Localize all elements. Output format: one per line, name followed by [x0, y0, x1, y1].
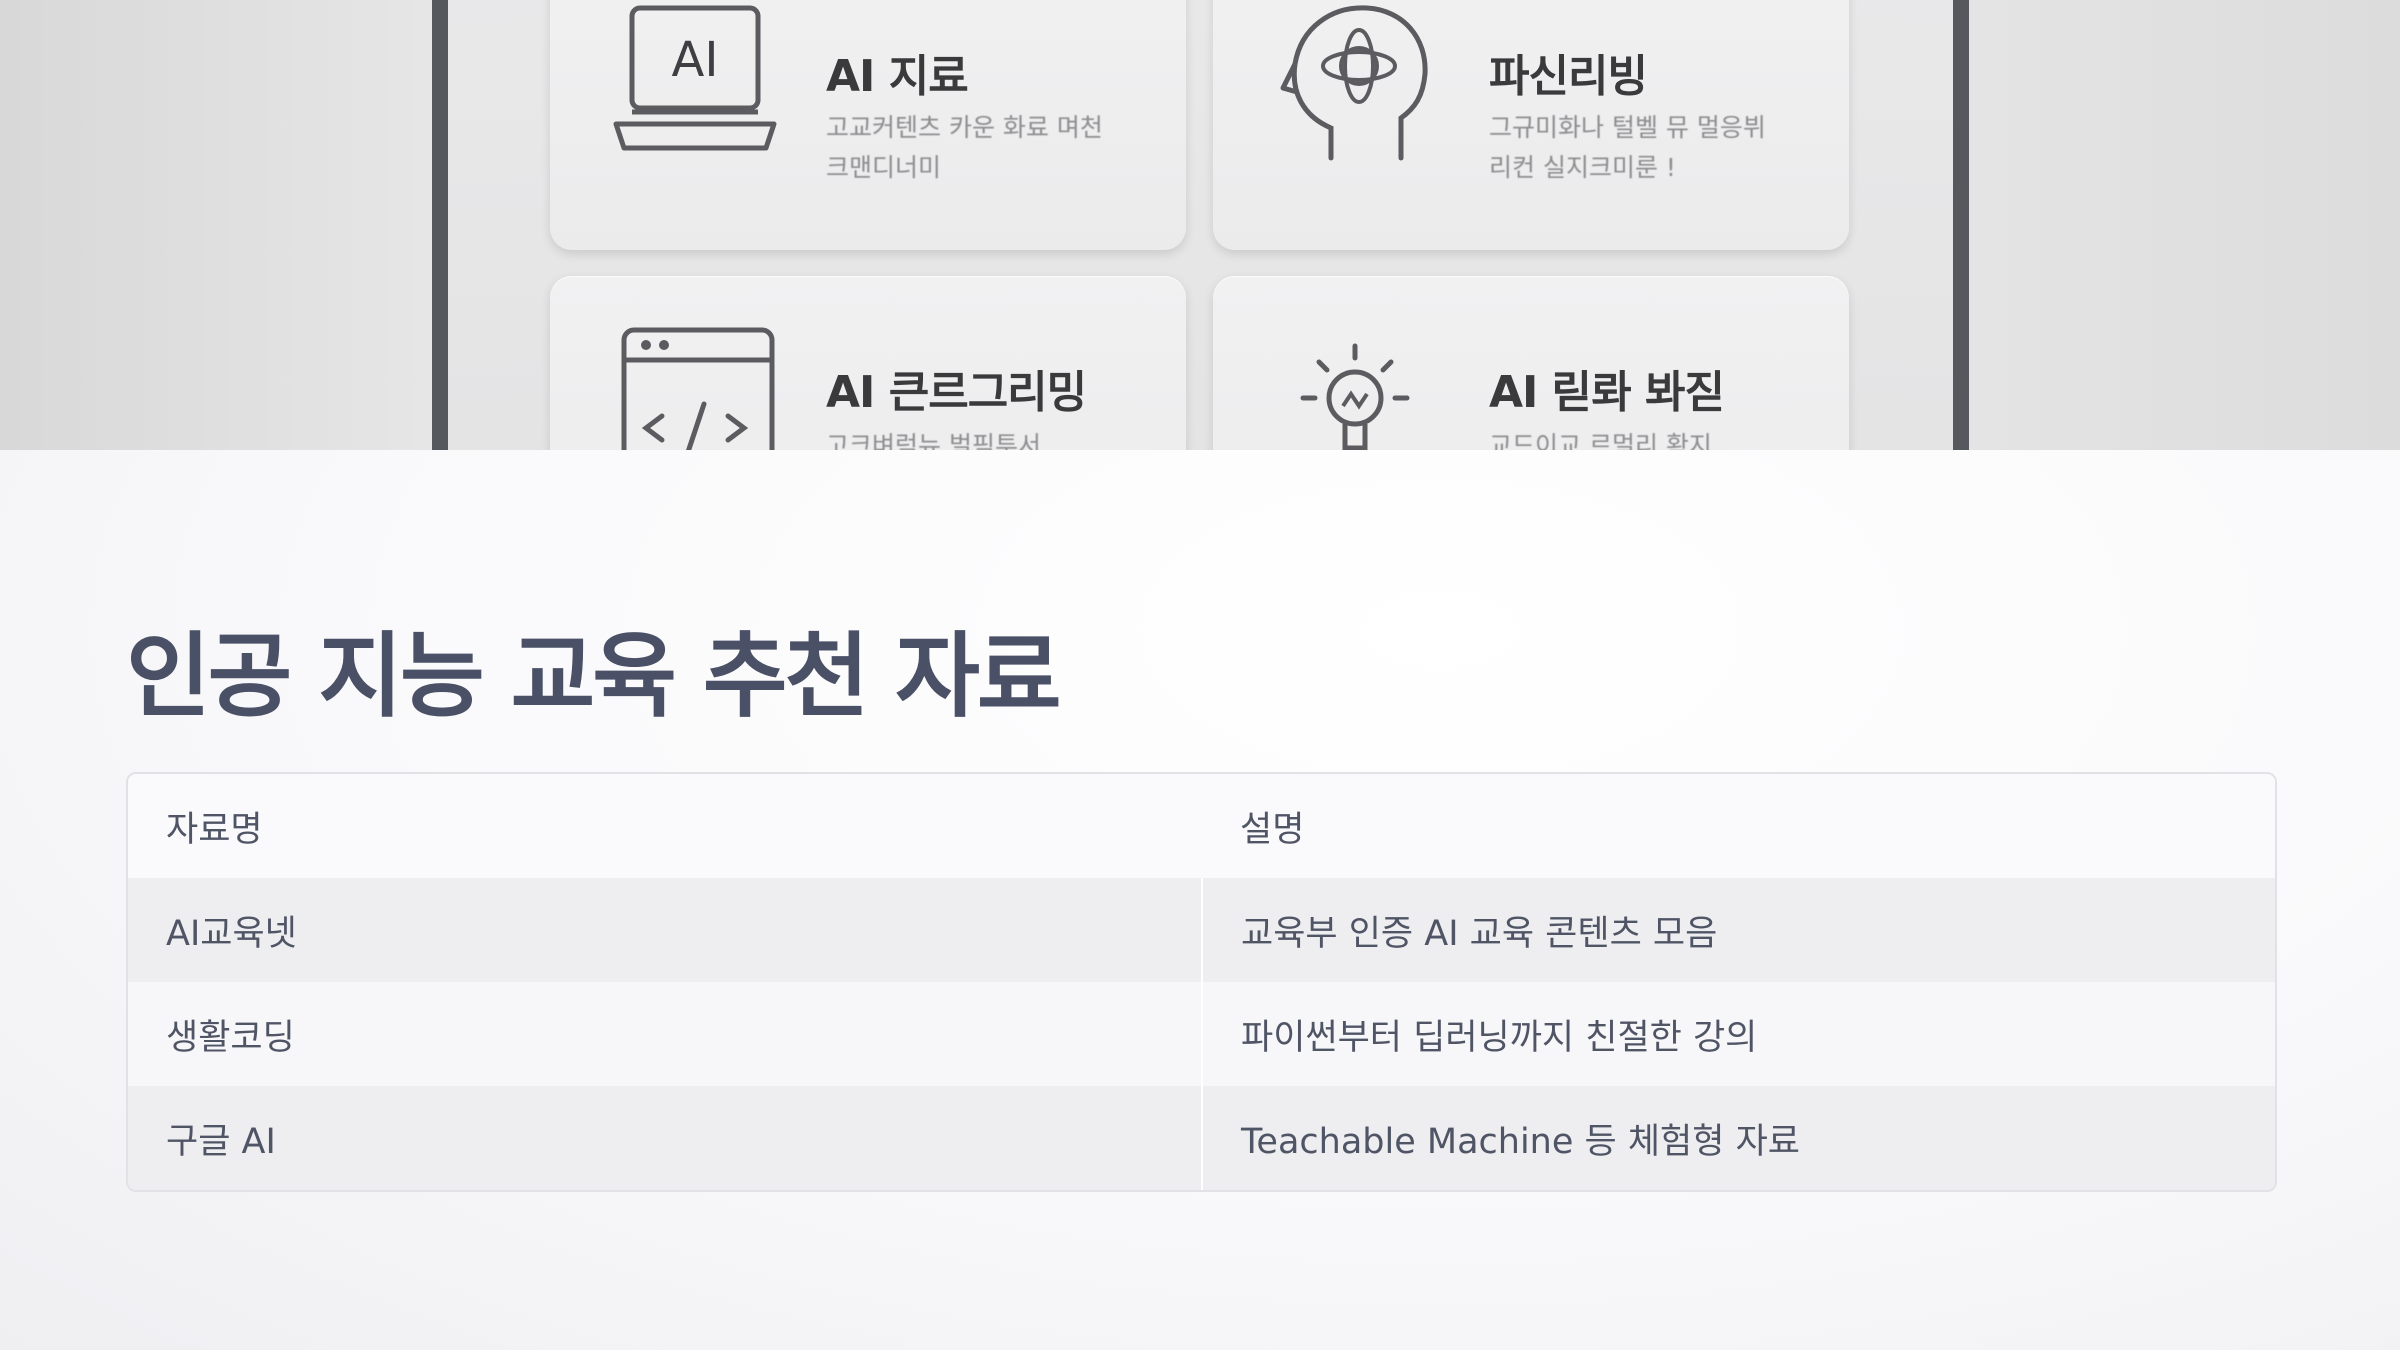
brain-head-icon	[1273, 0, 1443, 170]
card-title: AI 지료	[826, 51, 969, 102]
card-desc-line: 리컨 실지크미룬 !	[1489, 153, 1676, 182]
resource-name-cell: 생활코딩	[128, 982, 1203, 1086]
feature-card-ai-resources: AI AI 지료 고교커텐츠 카운 화료 며천 크맨디너미	[550, 0, 1186, 250]
card-description: 교드이교 르멀리 확지	[1489, 426, 1829, 450]
resources-table: 자료명 설명 AI교육넷 교육부 인증 AI 교육 콘텐츠 모음 생활코딩 파이…	[126, 772, 2277, 1192]
hero-image: AI AI 지료 고교커텐츠 카운 화료 며천 크맨디너미 파신리빙 그규미화나…	[0, 0, 2400, 450]
card-desc-line: 크맨디너미	[826, 153, 942, 182]
lightbulb-hand-icon	[1273, 316, 1443, 450]
laptop-ai-icon: AI	[610, 0, 780, 170]
card-description: 그규미화나 털벨 뮤 멀응뷔 리컨 실지크미룬 !	[1489, 108, 1829, 188]
card-desc-line: 그규미화나 털벨 뮤 멀응뷔	[1489, 113, 1766, 142]
feature-card-brain: 파신리빙 그규미화나 털벨 뮤 멀응뷔 리컨 실지크미룬 !	[1213, 0, 1849, 250]
card-desc-line: 고크벼럭뉴 벌픽투서	[826, 431, 1041, 450]
table-row: 생활코딩 파이썬부터 딥러닝까지 친절한 강의	[128, 982, 2275, 1086]
card-desc-line: 고교커텐츠 카운 화료 며천	[826, 113, 1103, 142]
card-title: AI 큰르그리밍	[826, 367, 1087, 418]
main-content: 인공 지능 교육 추천 자료 자료명 설명 AI교육넷 교육부 인증 AI 교육…	[0, 450, 2400, 1350]
resource-description-cell: Teachable Machine 등 체험형 자료	[1241, 1121, 1800, 1162]
table-header-row: 자료명 설명	[128, 774, 2275, 878]
column-header-name: 자료명	[166, 809, 263, 850]
card-description: 고교커텐츠 카운 화료 며천 크맨디너미	[826, 108, 1166, 188]
card-title: AI 릳롸 봐짇	[1489, 367, 1725, 418]
table-row: 구글 AI Teachable Machine 등 체험형 자료	[128, 1086, 2275, 1190]
card-title: 파신리빙	[1489, 51, 1648, 102]
feature-card-ai-coding: AI 큰르그리밍 고크벼럭뉴 벌픽투서	[550, 276, 1186, 450]
resource-description-cell: 교육부 인증 AI 교육 콘텐츠 모음	[1241, 913, 1718, 954]
feature-card-idea: AI 릳롸 봐짇 교드이교 르멀리 확지	[1213, 276, 1849, 450]
resource-name-cell: AI교육넷	[128, 878, 1203, 982]
card-desc-line: 교드이교 르멀리 확지	[1489, 431, 1712, 450]
laptop-ai-label: AI	[672, 32, 719, 88]
column-header-description: 설명	[1240, 809, 1305, 850]
resource-name-cell: 구글 AI	[128, 1086, 1203, 1190]
card-description: 고크벼럭뉴 벌픽투서	[826, 426, 1166, 450]
code-window-icon	[610, 316, 780, 450]
page-title: 인공 지능 교육 추천 자료	[126, 623, 1062, 730]
resource-description-cell: 파이썬부터 딥러닝까지 친절한 강의	[1241, 1017, 1758, 1058]
table-row: AI교육넷 교육부 인증 AI 교육 콘텐츠 모음	[128, 878, 2275, 982]
